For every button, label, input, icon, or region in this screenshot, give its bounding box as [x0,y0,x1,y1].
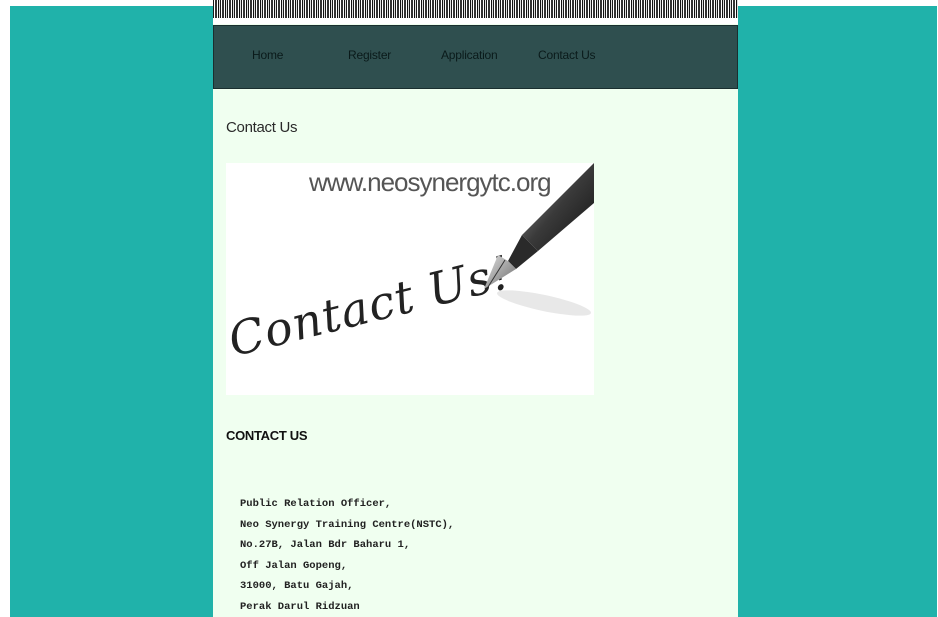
nav-application-link[interactable]: Application [441,48,498,62]
header-banner [213,0,738,24]
address-line: Perak Darul Ridzuan [240,600,360,613]
address-line: 31000, Batu Gajah, [240,580,354,592]
page-title: Contact Us [226,119,298,136]
address-line: Neo Synergy Training Centre(NSTC), [240,518,455,531]
main-nav: Home Register Application Contact Us [213,25,738,89]
section-heading: CONTACT US [226,428,308,443]
address-line: No.27B, Jalan Bdr Baharu 1, [240,539,411,551]
contact-us-banner-image: www.neosynergytc.org Contact Us! [226,163,594,395]
nav-contact-link[interactable]: Contact Us [538,48,596,62]
address-line: Off Jalan Gopeng, [240,559,348,572]
address-line: Public Relation Officer, [240,498,392,510]
banner-pattern [213,0,738,18]
contact-address: Public Relation Officer, Neo Synergy Tra… [240,494,454,617]
nav-register-link[interactable]: Register [348,48,391,62]
page-container: Home Register Application Contact Us Con… [213,0,738,617]
fountain-pen-icon [484,163,594,316]
browser-viewport: Home Register Application Contact Us Con… [0,0,938,617]
nav-home-link[interactable]: Home [252,48,283,62]
